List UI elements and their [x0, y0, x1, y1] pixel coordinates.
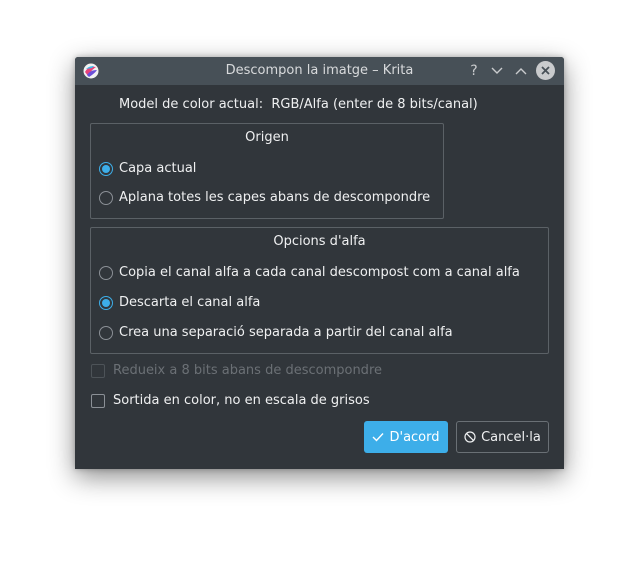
ok-button-label: D'acord: [389, 429, 440, 445]
close-button[interactable]: [536, 61, 555, 80]
radio-button[interactable]: [99, 265, 113, 280]
radio-button[interactable]: [99, 325, 113, 340]
radio-label: Aplana totes les capes abans de descompo…: [119, 190, 431, 205]
radio-separate-alpha[interactable]: Crea una separació separada a partir del…: [99, 325, 453, 340]
krita-app-icon: [83, 63, 99, 79]
checkbox[interactable]: [91, 393, 105, 408]
radio-button-selected[interactable]: [99, 295, 113, 310]
chevron-up-icon: [515, 68, 527, 75]
cancel-button[interactable]: Cancel·la: [456, 421, 549, 453]
cancel-button-label: Cancel·la: [481, 429, 541, 445]
radio-current-layer[interactable]: Capa actual: [99, 161, 196, 176]
checkbox: [91, 363, 105, 378]
radio-copy-alpha[interactable]: Copia el canal alfa a cada canal descomp…: [99, 265, 520, 280]
checkbox-color-output[interactable]: Sortida en color, no en escala de grisos: [91, 393, 370, 408]
cancel-icon: [464, 431, 476, 443]
decompose-image-dialog: Descompon la imatge – Krita ? Model de c…: [75, 57, 564, 469]
radio-label: Copia el canal alfa a cada canal descomp…: [119, 265, 520, 280]
chevron-down-icon: [491, 67, 503, 74]
ok-button[interactable]: D'acord: [364, 421, 448, 453]
radio-label: Crea una separació separada a partir del…: [119, 325, 453, 340]
checkbox-label: Sortida en color, no en escala de grisos: [113, 393, 370, 408]
color-model-label: Model de color actual: RGB/Alfa (enter d…: [119, 97, 478, 112]
help-button[interactable]: ?: [464, 61, 484, 81]
checkmark-icon: [372, 433, 384, 442]
maximize-button[interactable]: [511, 61, 531, 81]
help-icon: ?: [470, 63, 478, 79]
radio-discard-alpha[interactable]: Descarta el canal alfa: [99, 295, 260, 310]
origin-group-title: Origen: [245, 130, 289, 145]
radio-label: Capa actual: [119, 161, 197, 176]
radio-label: Descarta el canal alfa: [119, 295, 261, 310]
close-icon: [541, 66, 550, 75]
checkbox-reduce-8bit: Redueix a 8 bits abans de descompondre: [91, 363, 382, 378]
alpha-options-group-title: Opcions d'alfa: [273, 234, 366, 249]
title-bar[interactable]: Descompon la imatge – Krita ?: [75, 57, 564, 85]
minimize-button[interactable]: [487, 61, 507, 81]
checkbox-label: Redueix a 8 bits abans de descompondre: [113, 363, 382, 378]
radio-button[interactable]: [99, 190, 113, 205]
radio-button-selected[interactable]: [99, 161, 113, 176]
radio-flatten-layers[interactable]: Aplana totes les capes abans de descompo…: [99, 190, 430, 205]
